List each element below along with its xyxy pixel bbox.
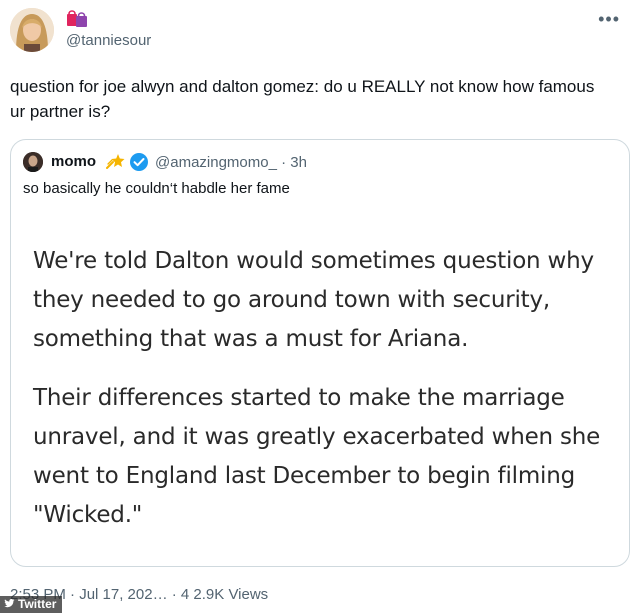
watermark-label: Twitter bbox=[18, 597, 57, 611]
twitter-bird-icon bbox=[4, 597, 15, 611]
quoted-author-handle[interactable]: @amazingmomo_ bbox=[155, 154, 277, 171]
twitter-watermark: Twitter bbox=[0, 596, 63, 613]
more-horizontal-icon[interactable]: ••• bbox=[598, 10, 620, 28]
shopping-bags-emoji bbox=[66, 8, 88, 28]
author-handle[interactable]: @tanniesour bbox=[66, 32, 151, 49]
author-avatar[interactable] bbox=[10, 8, 54, 52]
shooting-star-emoji bbox=[105, 152, 125, 172]
quoted-timestamp[interactable]: 3h bbox=[290, 154, 307, 171]
tweet-text: question for joe alwyn and dalton gomez:… bbox=[10, 77, 595, 121]
profile-photo bbox=[10, 8, 54, 52]
verified-badge-icon bbox=[129, 152, 149, 172]
article-screenshot[interactable]: We're told Dalton would sometimes questi… bbox=[33, 242, 613, 555]
quoted-author-name[interactable]: momo bbox=[51, 153, 96, 170]
quoted-meta: @amazingmomo_ · 3h bbox=[155, 154, 307, 171]
article-paragraph: Their differences started to make the ma… bbox=[33, 385, 601, 528]
quoted-tweet-text: so basically he couldn‘t habdle her fame bbox=[23, 180, 290, 197]
quoted-author-avatar[interactable] bbox=[23, 152, 43, 172]
article-paragraph: We're told Dalton would sometimes questi… bbox=[33, 248, 594, 352]
meta-separator: · bbox=[281, 154, 287, 171]
quoted-tweet[interactable]: momo @amazingmomo_ · 3h so basically he … bbox=[10, 139, 630, 567]
profile-photo bbox=[23, 152, 43, 172]
